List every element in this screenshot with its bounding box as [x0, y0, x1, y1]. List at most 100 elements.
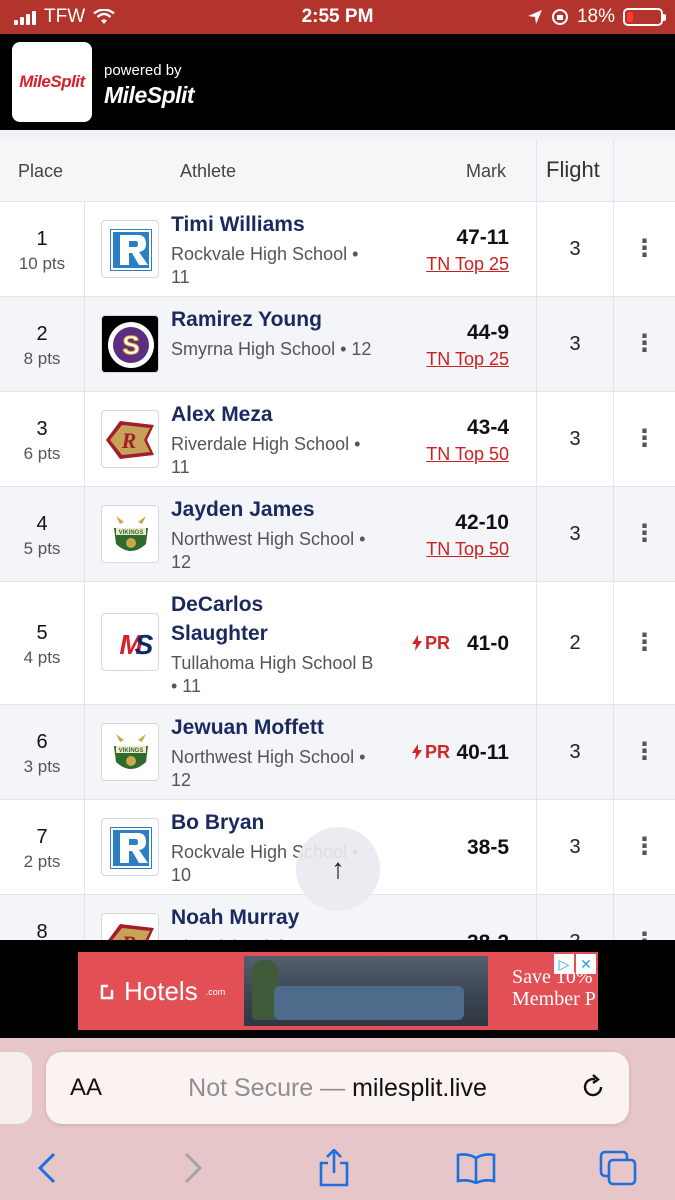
mark-value: 43-4 — [466, 415, 509, 439]
results-table: Place Athlete Mark Flight 1 10 pts Timi Wi… — [0, 130, 675, 940]
scroll-to-top-button[interactable]: ↑ — [296, 827, 380, 911]
more-options-icon[interactable]: ⋮ — [614, 832, 675, 861]
table-row[interactable]: 3 6 pts R Alex Meza Riverdale High School • … — [0, 392, 675, 487]
northwest-logo[interactable]: VIKINGS — [101, 723, 159, 781]
athlete-name-link[interactable]: Timi Williams — [171, 210, 391, 239]
flight-number: 3 — [569, 835, 581, 858]
flight-number: 2 — [569, 631, 581, 654]
place-cell: 8 — [0, 921, 84, 941]
state-rank-link[interactable]: TN Top 25 — [426, 254, 509, 275]
ad-photo — [244, 956, 488, 1026]
athlete-name-link[interactable]: Ramirez Young — [171, 305, 391, 334]
close-ad-icon[interactable]: ✕ — [576, 954, 596, 974]
chevron-left-icon — [37, 1152, 56, 1184]
mark-value: 41-0 — [466, 631, 509, 655]
state-rank-link[interactable]: TN Top 50 — [426, 539, 509, 560]
ad-offer-line-2: Member P — [512, 988, 596, 1010]
lightning-icon — [411, 634, 422, 651]
place-points: 6 pts — [23, 443, 61, 463]
more-options-icon[interactable]: ⋮ — [614, 628, 675, 657]
school-name: Rockvale High School • 11 — [171, 244, 359, 287]
mark-value: 44-9 — [466, 320, 509, 344]
flight-number: 3 — [569, 237, 581, 260]
more-options-icon[interactable]: ⋮ — [614, 737, 675, 766]
more-options-icon[interactable]: ⋮ — [614, 329, 675, 358]
table-row[interactable]: 2 8 pts S Ramirez Young Smyrna High School •… — [0, 297, 675, 392]
powered-by-brand: MileSplit — [104, 82, 195, 108]
url-prefix: Not Secure — — [188, 1074, 353, 1102]
place-points: 3 pts — [23, 756, 61, 776]
riverdale-logo[interactable]: R — [101, 913, 159, 940]
state-rank-link[interactable]: TN Top 50 — [426, 444, 509, 465]
mark-value: 47-11 — [456, 225, 509, 249]
header-flight[interactable]: Flight — [546, 157, 600, 183]
school-name: Smyrna High School • 12 — [171, 339, 372, 359]
table-row[interactable]: 1 10 pts Timi Williams Rockvale High School… — [0, 202, 675, 297]
place-number: 4 — [36, 512, 48, 535]
header-place[interactable]: Place — [18, 161, 63, 182]
table-row[interactable]: 5 4 pts M S DeCarlos Slaughter Tullahoma High … — [0, 582, 675, 705]
more-options-icon[interactable]: ⋮ — [614, 234, 675, 263]
athlete-name-link[interactable]: Jayden James — [171, 495, 391, 524]
mark-value: 38-2 — [467, 931, 509, 941]
athlete-name-link[interactable]: Noah Murray — [171, 903, 391, 932]
battery-icon — [623, 8, 666, 26]
reload-icon[interactable] — [579, 1073, 607, 1101]
flight-number: 3 — [537, 931, 613, 941]
book-icon — [456, 1153, 496, 1184]
northwest-logo[interactable]: VIKINGS — [101, 505, 159, 563]
back-button[interactable] — [17, 1138, 77, 1198]
athlete-name-link[interactable]: DeCarlos Slaughter — [171, 590, 391, 648]
more-options-icon[interactable]: ⋮ — [614, 519, 675, 548]
address-bar[interactable]: AA Not Secure — milesplit.live — [46, 1052, 629, 1124]
rockvale-logo[interactable] — [101, 220, 159, 278]
site-header: MileSplit powered by MileSplit — [0, 34, 675, 130]
svg-text:VIKINGS: VIKINGS — [119, 530, 144, 536]
header-athlete[interactable]: Athlete — [180, 161, 236, 182]
table-row[interactable]: 4 5 pts VIKINGS Jayden James Northwest High … — [0, 487, 675, 582]
smyrna-logo[interactable]: S — [101, 315, 159, 373]
share-icon — [319, 1149, 349, 1187]
personal-record-badge: PR — [411, 633, 450, 654]
athlete-name-link[interactable]: Jewuan Moffett — [171, 713, 391, 742]
more-options-icon[interactable]: ⋮ — [614, 927, 675, 941]
state-rank-link[interactable]: TN Top 25 — [426, 349, 509, 370]
url-display[interactable]: Not Secure — milesplit.live — [46, 1074, 629, 1103]
rockvale-logo[interactable] — [101, 818, 159, 876]
ad-brand-suffix: .com — [205, 986, 226, 997]
forward-button[interactable] — [163, 1138, 223, 1198]
place-points: 4 pts — [23, 647, 61, 667]
svg-text:R: R — [121, 428, 137, 453]
flight-number: 3 — [569, 427, 581, 450]
place-cell: 2 8 pts — [0, 323, 84, 369]
place-cell: 7 2 pts — [0, 826, 84, 872]
hotels-logo-icon — [100, 983, 116, 999]
personal-record-badge: PR — [411, 741, 450, 763]
browser-chrome: AA Not Secure — milesplit.live — [0, 1038, 675, 1200]
previous-tab-peek[interactable] — [0, 1052, 32, 1124]
ad-brand-name: Hotels — [124, 976, 198, 1006]
hotels-ad[interactable]: Hotels .com Save 10% Member P ▷ ✕ — [78, 952, 598, 1030]
more-options-icon[interactable]: ⋮ — [614, 424, 675, 453]
bookmarks-button[interactable] — [446, 1138, 506, 1198]
header-mark[interactable]: Mark — [466, 161, 506, 182]
milesplit-ms-logo[interactable]: MS — [101, 613, 159, 671]
milesplit-logo[interactable]: MileSplit — [12, 42, 92, 122]
pr-label: PR — [424, 741, 450, 762]
browser-toolbar — [0, 1138, 675, 1198]
athlete-name-link[interactable]: Alex Meza — [171, 400, 391, 429]
school-name: Tullahoma High School B • 11 — [171, 653, 374, 696]
lightning-icon — [411, 743, 422, 760]
share-button[interactable] — [304, 1138, 364, 1198]
ad-banner-area: Hotels .com Save 10% Member P ▷ ✕ — [0, 940, 675, 1038]
riverdale-logo[interactable]: R — [101, 410, 159, 468]
flight-number: 3 — [569, 740, 581, 763]
table-row[interactable]: 6 3 pts VIKINGS Jewuan Moffett Northwest Hig… — [0, 705, 675, 800]
athlete-last-name: Slaughter — [171, 622, 268, 645]
place-number: 8 — [36, 920, 48, 941]
powered-by-label: powered by — [104, 62, 182, 79]
adchoices-icon[interactable]: ▷ — [554, 954, 574, 974]
mark-value: 38-5 — [466, 835, 509, 859]
tabs-button[interactable] — [588, 1138, 648, 1198]
table-header: Place Athlete Mark Flight — [0, 140, 675, 202]
